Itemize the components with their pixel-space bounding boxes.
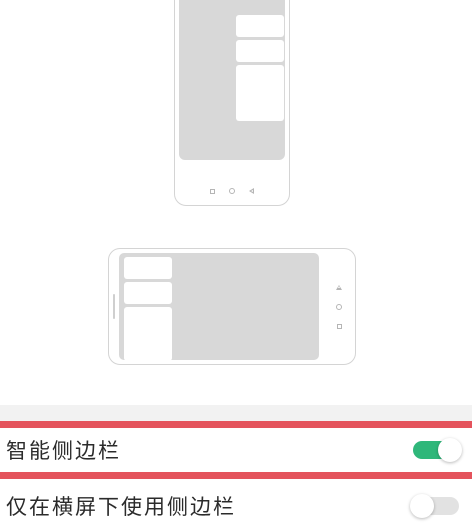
- home-icon: [229, 188, 235, 194]
- highlight-border-top: [0, 421, 472, 428]
- recents-icon: [210, 188, 215, 194]
- sidebar-card: [236, 65, 284, 121]
- landscape-only-toggle[interactable]: [410, 493, 462, 518]
- portrait-phone-screen: [179, 0, 285, 160]
- landscape-only-row[interactable]: 仅在横屏下使用侧边栏: [0, 479, 472, 532]
- portrait-phone-illustration: [174, 0, 290, 206]
- smart-sidebar-label: 智能侧边栏: [6, 439, 121, 463]
- highlight-border-bottom: [0, 472, 472, 479]
- back-icon: [249, 188, 254, 194]
- home-icon: [336, 303, 342, 310]
- sidebar-card: [124, 257, 172, 279]
- toggle-knob: [410, 493, 434, 518]
- sidebar-illustration: [0, 0, 472, 405]
- landscape-phone-illustration: [108, 248, 356, 365]
- recents-icon: [336, 323, 342, 329]
- smart-sidebar-toggle[interactable]: [410, 438, 462, 462]
- landscape-phone-screen: [119, 253, 319, 361]
- section-divider: [0, 405, 472, 421]
- sidebar-card: [124, 307, 172, 361]
- sidebar-card: [236, 15, 284, 37]
- sidebar-handle: [113, 294, 115, 319]
- sidebar-card: [124, 282, 172, 304]
- back-icon: [336, 284, 342, 290]
- smart-sidebar-row[interactable]: 智能侧边栏: [0, 428, 472, 472]
- landscape-nav-bar: [333, 249, 345, 364]
- toggle-knob: [438, 438, 462, 462]
- portrait-nav-bar: [175, 185, 289, 197]
- landscape-only-label: 仅在横屏下使用侧边栏: [6, 494, 236, 519]
- sidebar-card: [236, 40, 284, 62]
